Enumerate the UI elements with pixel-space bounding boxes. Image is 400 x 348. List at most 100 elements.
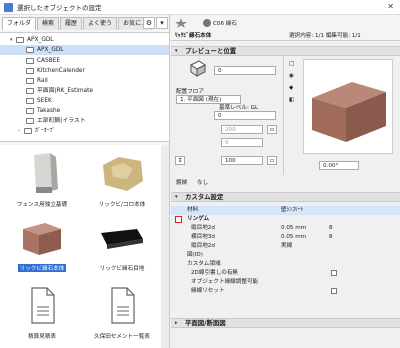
depth-field[interactable]: 0 <box>221 138 263 147</box>
tree-item-label: エ部町鋼(イラスト <box>37 118 86 124</box>
thumb-item[interactable]: フェンス用独立基礎 <box>2 151 82 208</box>
length-field[interactable]: 100 <box>221 156 263 165</box>
folder-icon <box>16 37 24 43</box>
property-extra[interactable]: 8 <box>329 233 333 242</box>
tree-item[interactable]: ▾ APX_GDL <box>10 35 54 45</box>
tree-item-label: APX_GDL <box>27 37 54 43</box>
property-row[interactable]: 縁線リセット <box>171 287 400 296</box>
object-header: C06 縁石 ﾘｯｸﾋﾞ縁石本体 選択内容: 1/1 編集可能: 1/1 <box>171 15 400 41</box>
thumb-item[interactable]: 積算見積表 <box>2 285 82 340</box>
property-value[interactable]: 壁ｼﾝｺﾘｰﾄ <box>281 206 303 215</box>
tree-item-label: CASBEE <box>37 58 60 64</box>
tree-item[interactable]: Rail <box>26 76 48 86</box>
section-title: プレビューと位置 <box>185 47 237 55</box>
plan-section-header[interactable]: ▸ 平面図/断面図 <box>171 318 400 328</box>
tab-folder[interactable]: フォルダ <box>2 17 37 30</box>
folder-icon <box>26 88 34 94</box>
property-name: 材料 <box>187 207 199 213</box>
property-row[interactable]: 横目地3d 0.05 mm 8 <box>171 233 400 242</box>
section-title: 平面図/断面図 <box>185 319 226 327</box>
ref-level-label[interactable]: 基準レベル: GL <box>219 103 258 111</box>
tree-item[interactable]: 平面図(RK_Estimate <box>26 86 93 96</box>
property-value[interactable]: 0.05 mm <box>281 233 306 242</box>
floor-label: 配置フロア <box>176 89 204 95</box>
checkbox[interactable] <box>331 288 337 294</box>
thumb-item[interactable]: リックビ/コロ本体 <box>82 151 162 208</box>
object-subtitle: ﾘｯｸﾋﾞ縁石本体 <box>175 33 212 39</box>
scale-icon[interactable]: ↕ <box>175 156 185 165</box>
thumb-item[interactable]: リックビ縁石本体 <box>2 215 82 272</box>
property-group: リンゲム <box>187 216 210 222</box>
star-icon[interactable] <box>175 18 187 28</box>
tree-item[interactable]: APX_GDL <box>0 45 169 55</box>
property-value[interactable]: 0.05 mm <box>281 224 306 233</box>
property-row[interactable]: 図(ID) <box>171 251 400 260</box>
property-name: 図(ID) <box>187 252 203 258</box>
object-type-icon <box>203 19 211 27</box>
lock-icon[interactable]: ▫ <box>267 125 277 134</box>
tree-item[interactable]: CASBEE <box>26 56 60 66</box>
library-tabs: フォルダ 検索 履歴 よく使う お気に… <box>2 17 153 30</box>
property-name: 縁線リセット <box>191 288 225 294</box>
mirror-value[interactable]: なし <box>197 178 208 186</box>
chevron-down-icon[interactable]: ▾ <box>156 17 168 29</box>
folder-tree: ▾ APX_GDL APX_GDL CASBEE KitchenCalender … <box>0 32 169 142</box>
document-icon <box>111 287 135 324</box>
property-row[interactable]: 2D線引書しの有無 <box>171 269 400 278</box>
close-icon[interactable]: ✕ <box>387 2 394 11</box>
object-thumbnails: フェンス用独立基礎 リックビ/コロ本体 リックビ縁石本体 リックビ縁石目地 積算… <box>0 145 169 348</box>
view-icon[interactable]: ◉ <box>289 73 294 79</box>
width-field[interactable]: 200 <box>221 125 263 134</box>
folder-icon <box>26 98 34 104</box>
property-name: カスタム領域 <box>187 261 221 267</box>
tree-item[interactable]: Takashe <box>26 106 60 116</box>
tab-history[interactable]: 履歴 <box>60 17 83 30</box>
view-icon[interactable]: ◆ <box>289 85 293 91</box>
object-name: C06 縁石 <box>213 21 237 27</box>
thumb-label: 久保田セメント一覧表 <box>94 334 150 340</box>
thumbs-scrollbar[interactable] <box>161 145 169 348</box>
thumb-label: 積算見積表 <box>28 334 56 340</box>
mirror-label: 鏡映 <box>176 180 188 186</box>
preview-section-header[interactable]: ▾ プレビューと位置 <box>171 46 400 56</box>
folder-icon <box>26 108 34 114</box>
view-icon[interactable]: ◧ <box>289 97 294 103</box>
tree-item[interactable]: SEEK <box>26 96 52 106</box>
tab-frequent[interactable]: よく使う <box>83 17 118 30</box>
anchor-box-icon <box>190 60 206 77</box>
height-field[interactable]: 0 <box>214 66 276 75</box>
custom-section-header[interactable]: ▾ カスタム設定 <box>171 192 400 202</box>
tab-search[interactable]: 検索 <box>37 17 60 30</box>
property-name: 縦目地2d <box>191 243 215 249</box>
thumb-label: フェンス用独立基礎 <box>16 202 68 208</box>
tree-item[interactable]: › ｶﾞｰｵｰﾌﾟ <box>18 126 55 136</box>
link-icon[interactable]: ▫ <box>267 156 277 165</box>
view-icon[interactable]: □ <box>289 61 294 67</box>
angle-field[interactable]: 0.00° <box>319 161 359 170</box>
tree-item[interactable]: エ部町鋼(イラスト <box>26 116 86 126</box>
folder-icon <box>24 128 32 134</box>
ref-offset-field[interactable]: 0 <box>214 111 276 120</box>
property-row[interactable]: リンゲム <box>171 215 400 224</box>
checkbox[interactable] <box>331 270 337 276</box>
property-extra[interactable]: 8 <box>329 224 333 233</box>
property-name: オブジェクト縁線調整可能 <box>191 279 259 285</box>
tree-item-label: Takashe <box>37 108 61 114</box>
property-row[interactable]: 材料 壁ｼﾝｺﾘｰﾄ <box>171 206 400 215</box>
thumb-item[interactable]: リックビ縁石目地 <box>82 215 162 272</box>
property-value[interactable]: 実線 <box>281 242 292 251</box>
gear-icon[interactable]: ⚙ <box>143 17 155 29</box>
tree-item-label: APX_GDL <box>37 47 64 53</box>
tree-item[interactable]: KitchenCalender <box>26 66 85 76</box>
brick-thumbnail <box>23 223 61 255</box>
thumb-item[interactable]: 久保田セメント一覧表 <box>82 285 162 340</box>
chevron-right-icon: ▸ <box>175 320 178 326</box>
property-row[interactable]: 縦目地2d 0.05 mm 8 <box>171 224 400 233</box>
property-row[interactable]: オブジェクト縁線調整可能 <box>171 278 400 287</box>
property-row[interactable]: 縦目地2d 実線 <box>171 242 400 251</box>
preview-box <box>303 59 393 154</box>
title-bar: 選択したオブジェクトの設定 ✕ <box>0 0 400 15</box>
tree-item-label: ｶﾞｰｵｰﾌﾟ <box>35 128 56 134</box>
property-row[interactable]: カスタム領域 <box>171 260 400 269</box>
section-title: カスタム設定 <box>185 193 224 201</box>
